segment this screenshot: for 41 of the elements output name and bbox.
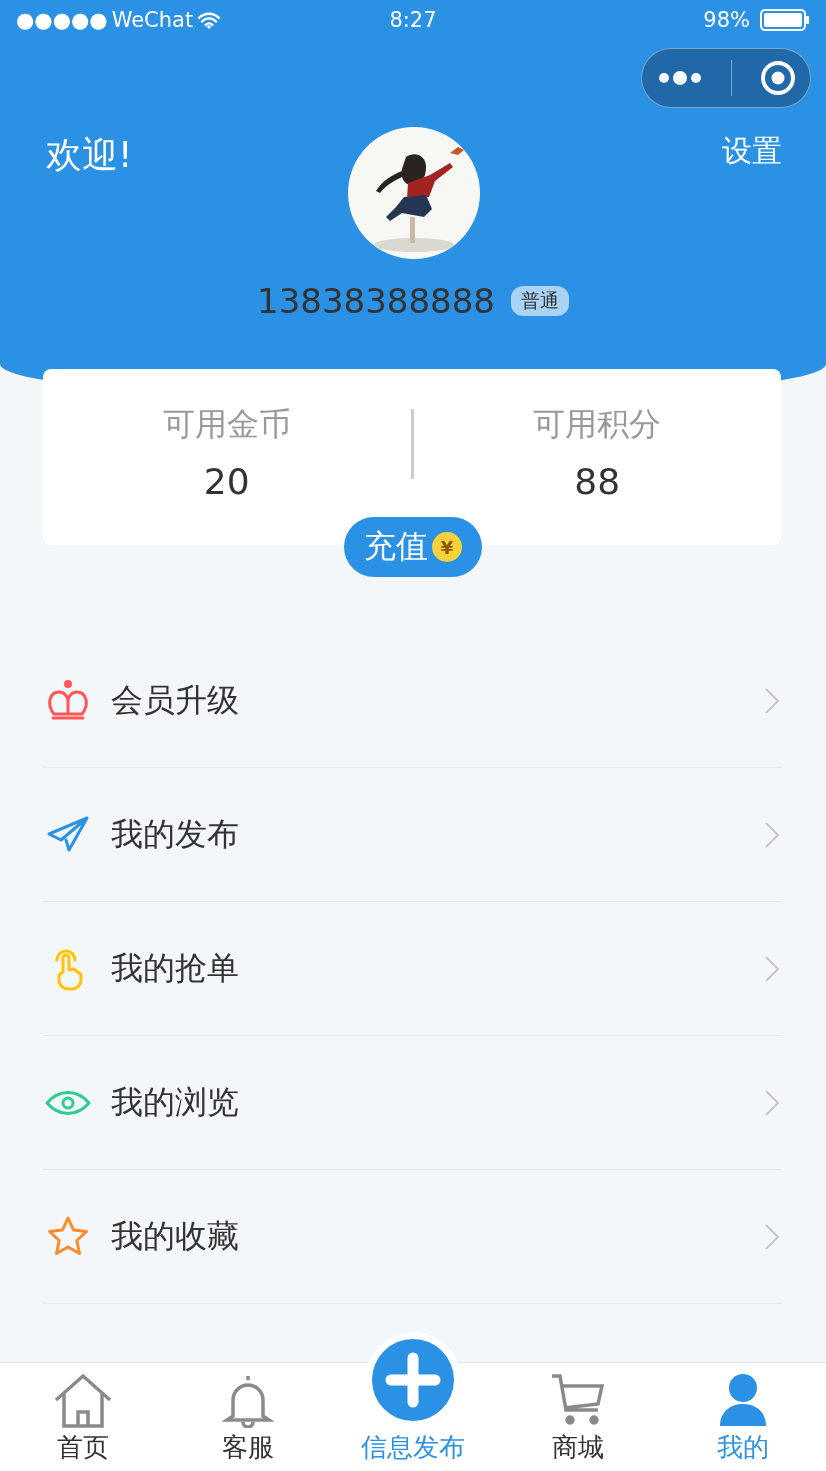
carrier-name: WeChat [111, 8, 194, 32]
chevron-right-icon [764, 820, 780, 849]
stat-label: 可用积分 [533, 404, 662, 445]
chevron-right-icon [764, 1222, 780, 1251]
tab-item[interactable]: 首页 [0, 1372, 166, 1471]
tab-label: 商城 [552, 1431, 605, 1464]
clock-time: 8:27 [389, 8, 437, 32]
menu-label: 会员升级 [111, 679, 240, 721]
stat-value: 20 [203, 461, 250, 502]
menu-label: 我的浏览 [111, 1081, 240, 1123]
menu-label: 我的抢单 [111, 947, 240, 989]
chevron-right-icon [764, 1088, 780, 1117]
coin-icon: ¥ [432, 532, 462, 562]
menu-item[interactable]: 我的抢单 [43, 902, 782, 1036]
chevron-right-icon [764, 686, 780, 715]
close-icon[interactable] [760, 60, 797, 96]
menu-item[interactable]: 我的收藏 [43, 1170, 782, 1304]
tab-item[interactable]: 客服 [165, 1372, 331, 1471]
menu-label: 我的收藏 [111, 1215, 240, 1257]
recharge-button[interactable]: 充值 ¥ [344, 517, 482, 577]
battery-percent: 98% [703, 8, 750, 32]
cart-icon [550, 1372, 607, 1428]
tab-label: 我的 [717, 1431, 770, 1464]
welcome-text: 欢迎! [46, 133, 133, 177]
wifi-icon [197, 11, 222, 29]
user-icon [718, 1372, 769, 1428]
menu-item[interactable]: 我的发布 [43, 768, 782, 902]
chevron-right-icon [764, 954, 780, 983]
phone-number: 13838388888 [257, 281, 495, 321]
signal-strength: ●●●●● [16, 8, 108, 32]
battery-icon [760, 9, 810, 31]
stat-label: 可用金币 [162, 404, 291, 445]
stat-value: 88 [574, 461, 621, 502]
member-level-badge: 普通 [510, 286, 569, 316]
menu-item[interactable]: 我的浏览 [43, 1036, 782, 1170]
tab-label: 客服 [221, 1431, 274, 1464]
tab-item[interactable]: 商城 [495, 1372, 661, 1471]
menu-label: 我的发布 [111, 813, 240, 855]
tab-label: 首页 [56, 1431, 109, 1464]
tab-label: 信息发布 [361, 1431, 465, 1464]
menu-item[interactable]: 会员升级 [43, 634, 782, 768]
